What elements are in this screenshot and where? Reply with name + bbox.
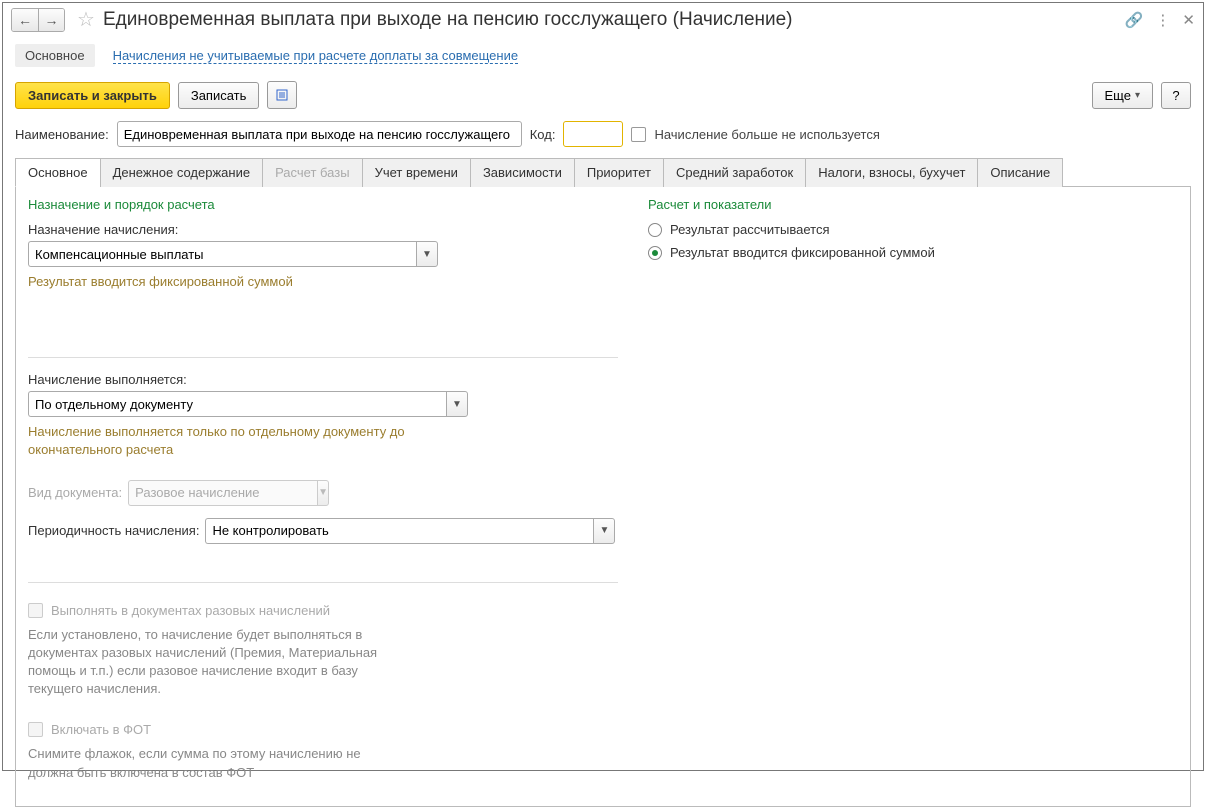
exec-combo: ▼ [28,391,468,417]
radio2-label: Результат вводится фиксированной суммой [670,245,935,260]
tab-deps[interactable]: Зависимости [470,158,575,187]
doc-drop: ▼ [317,480,329,506]
page-title: Единовременная выплата при выходе на пен… [103,9,1119,31]
exec-label: Начисление выполняется: [28,372,618,387]
close-icon[interactable]: ✕ [1182,11,1195,29]
link-icon[interactable]: 🔗 [1125,11,1144,29]
unused-checkbox[interactable] [631,127,646,142]
chk2-label: Включать в ФОТ [51,722,151,737]
assign-hint: Результат вводится фиксированной суммой [28,273,438,291]
back-button[interactable]: ← [12,9,38,31]
tab-tax[interactable]: Налоги, взносы, бухучет [805,158,978,187]
forward-button[interactable]: → [38,9,64,31]
doc-label: Вид документа: [28,485,122,500]
chk1-checkbox [28,603,43,618]
chk2-hint: Снимите флажок, если сумма по этому начи… [28,745,388,781]
left-section-title: Назначение и порядок расчета [28,197,618,212]
titlebar: ← → ☆ Единовременная выплата при выходе … [3,3,1203,38]
save-button[interactable]: Записать [178,82,260,109]
tab-money[interactable]: Денежное содержание [100,158,263,187]
assign-label: Назначение начисления: [28,222,618,237]
exec-drop[interactable]: ▼ [446,391,468,417]
subnav-main[interactable]: Основное [15,44,95,67]
save-close-button[interactable]: Записать и закрыть [15,82,170,109]
divider-1 [28,357,618,358]
right-column: Расчет и показатели Результат рассчитыва… [648,197,1178,796]
period-row: Периодичность начисления: ▼ [28,518,618,544]
subnav-link[interactable]: Начисления не учитываемые при расчете до… [113,48,519,64]
window: ← → ☆ Единовременная выплата при выходе … [2,2,1204,771]
code-input[interactable] [563,121,623,147]
period-input[interactable] [205,518,593,544]
toolbar: Записать и закрыть Записать Еще ? [3,77,1203,119]
radio2-row[interactable]: Результат вводится фиксированной суммой [648,245,1178,260]
chk1-row: Выполнять в документах разовых начислени… [28,603,618,618]
assign-drop[interactable]: ▼ [416,241,438,267]
doc-input [128,480,317,506]
period-label: Периодичность начисления: [28,523,199,538]
kebab-icon[interactable]: ⋮ [1155,11,1170,29]
period-drop[interactable]: ▼ [593,518,615,544]
more-button[interactable]: Еще [1092,82,1153,109]
period-combo: ▼ [205,518,615,544]
list-view-button[interactable] [267,81,297,109]
radio2[interactable] [648,246,662,260]
assign-input[interactable] [28,241,416,267]
title-actions: 🔗 ⋮ ✕ [1125,11,1195,29]
tab-main[interactable]: Основное [15,158,101,187]
exec-hint: Начисление выполняется только по отдельн… [28,423,438,459]
radio1[interactable] [648,223,662,237]
name-input[interactable] [117,121,522,147]
chk1-label: Выполнять в документах разовых начислени… [51,603,330,618]
radio1-row[interactable]: Результат рассчитывается [648,222,1178,237]
unused-label: Начисление больше не используется [654,127,879,142]
chk2-row: Включать в ФОТ [28,722,618,737]
help-button[interactable]: ? [1161,82,1191,109]
tab-avg[interactable]: Средний заработок [663,158,806,187]
header-row: Наименование: Код: Начисление больше не … [3,119,1203,157]
nav-buttons: ← → [11,8,65,32]
right-section-title: Расчет и показатели [648,197,1178,212]
tab-base[interactable]: Расчет базы [262,158,363,187]
assign-combo: ▼ [28,241,438,267]
tabs: Основное Денежное содержание Расчет базы… [15,157,1191,187]
code-label: Код: [530,127,556,142]
list-icon [275,88,289,102]
subnav: Основное Начисления не учитываемые при р… [3,38,1203,77]
chk2-checkbox [28,722,43,737]
tab-body: Назначение и порядок расчета Назначение … [15,187,1191,807]
chk1-hint: Если установлено, то начисление будет вы… [28,626,408,699]
tab-desc[interactable]: Описание [977,158,1063,187]
divider-2 [28,582,618,583]
favorite-icon[interactable]: ☆ [77,7,95,32]
exec-input[interactable] [28,391,446,417]
tab-priority[interactable]: Приоритет [574,158,664,187]
doc-combo: ▼ [128,480,308,506]
left-column: Назначение и порядок расчета Назначение … [28,197,618,796]
radio1-label: Результат рассчитывается [670,222,830,237]
name-label: Наименование: [15,127,109,142]
doc-row: Вид документа: ▼ [28,480,618,506]
tab-time[interactable]: Учет времени [362,158,471,187]
